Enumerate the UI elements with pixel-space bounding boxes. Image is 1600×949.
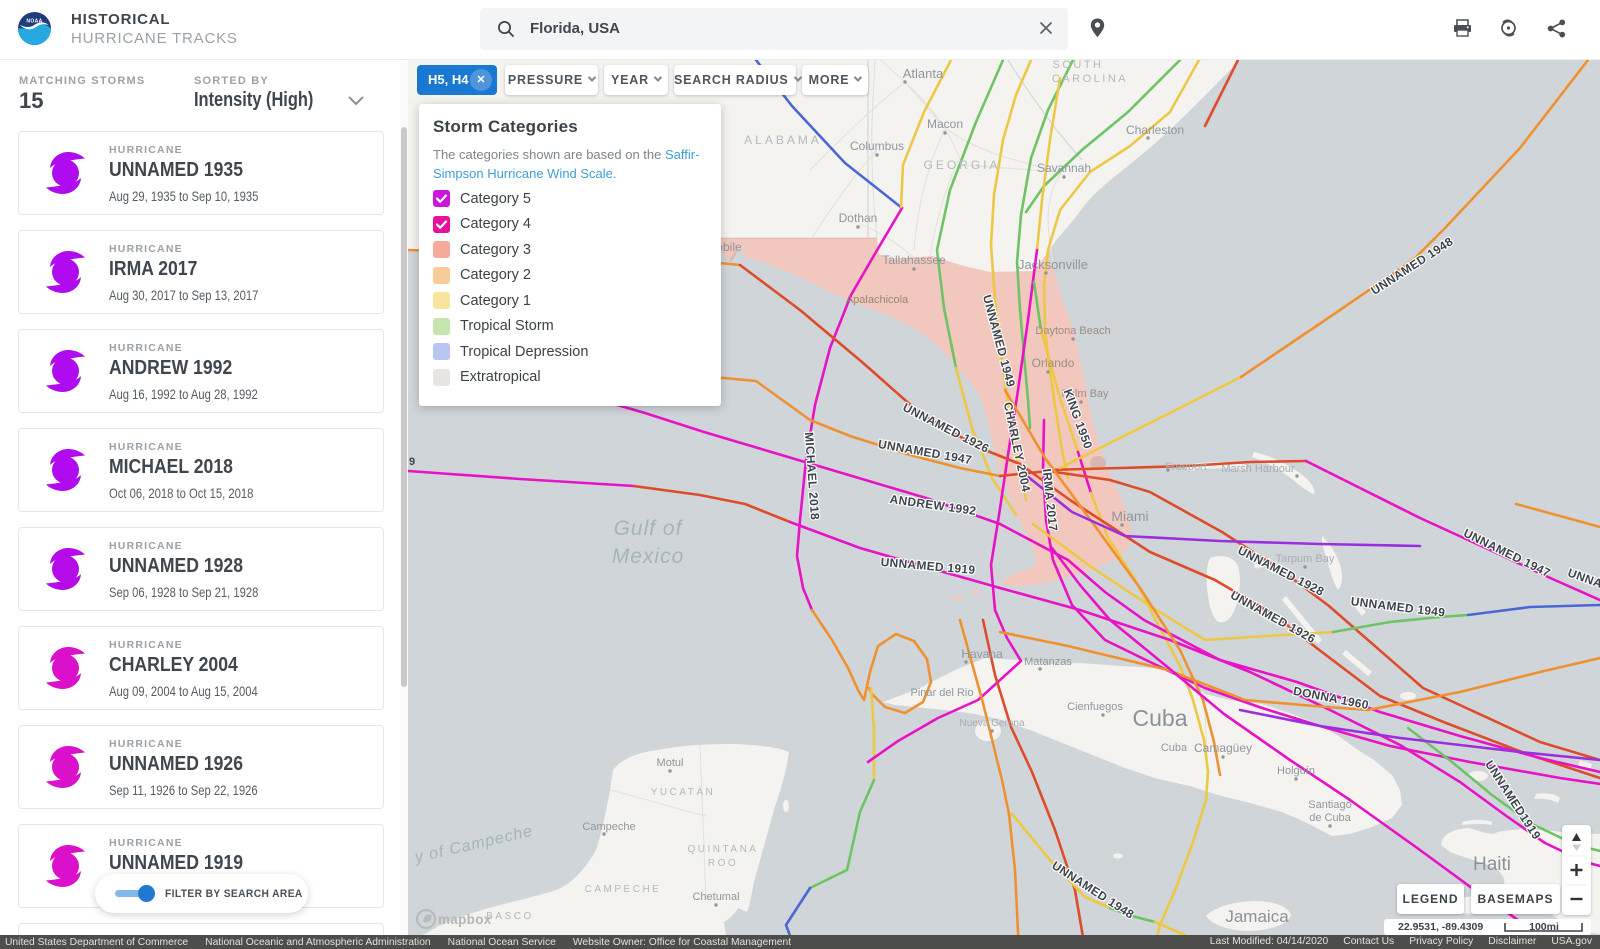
svg-text:Jamaica: Jamaica: [1225, 907, 1289, 926]
svg-text:ALABAMA: ALABAMA: [744, 133, 822, 147]
svg-text:mapbox: mapbox: [438, 912, 492, 927]
svg-text:NOAA: NOAA: [26, 19, 42, 25]
svg-text:CAMPECHE: CAMPECHE: [585, 884, 662, 895]
svg-text:Miami: Miami: [1111, 508, 1148, 524]
svg-text:Daytona Beach: Daytona Beach: [1035, 325, 1110, 337]
svg-text:GEORGIA: GEORGIA: [923, 158, 1000, 172]
svg-text:Nueva Gerona: Nueva Gerona: [959, 718, 1024, 729]
svg-text:Columbus: Columbus: [850, 139, 904, 153]
svg-text:Cuba: Cuba: [1161, 742, 1188, 754]
svg-text:Campeche: Campeche: [582, 821, 635, 833]
svg-text:Motul: Motul: [657, 757, 684, 769]
svg-text:Havana: Havana: [961, 647, 1003, 661]
svg-text:Camagüey: Camagüey: [1194, 741, 1252, 755]
svg-text:Chetumal: Chetumal: [692, 891, 739, 903]
svg-text:100mi: 100mi: [1529, 921, 1559, 933]
svg-text:CAROLINA: CAROLINA: [1052, 73, 1128, 85]
svg-text:ROO: ROO: [708, 858, 738, 869]
svg-text:Orlando: Orlando: [1032, 356, 1075, 370]
svg-text:9: 9: [409, 456, 415, 468]
svg-text:Holguín: Holguín: [1277, 765, 1315, 777]
svg-text:Macon: Macon: [927, 117, 963, 131]
svg-text:Tarpum Bay: Tarpum Bay: [1276, 553, 1335, 565]
svg-text:Pinar del Rio: Pinar del Rio: [911, 687, 974, 699]
svg-text:Haiti: Haiti: [1473, 854, 1511, 875]
svg-text:Cienfuegos: Cienfuegos: [1067, 701, 1123, 713]
svg-text:Jacksonville: Jacksonville: [1018, 257, 1088, 272]
svg-text:de Cuba: de Cuba: [1309, 812, 1351, 824]
svg-text:Gulf of: Gulf of: [614, 517, 684, 540]
svg-text:Marsh Harbour: Marsh Harbour: [1221, 463, 1295, 475]
svg-text:SOUTH: SOUTH: [1053, 60, 1104, 71]
svg-text:Atlanta: Atlanta: [903, 66, 944, 81]
svg-text:Cuba: Cuba: [1133, 705, 1188, 731]
svg-text:Apalachicola: Apalachicola: [846, 294, 909, 306]
svg-text:Matanzas: Matanzas: [1024, 656, 1072, 668]
svg-text:Charleston: Charleston: [1126, 123, 1184, 137]
svg-text:Mexico: Mexico: [612, 545, 685, 568]
svg-text:Freeport: Freeport: [1165, 461, 1207, 473]
svg-text:Dothan: Dothan: [839, 211, 878, 225]
svg-text:QUINTANA: QUINTANA: [688, 844, 759, 855]
svg-text:YUCATÁN: YUCATÁN: [651, 785, 716, 798]
svg-text:Santiago: Santiago: [1308, 799, 1351, 811]
svg-text:Tallahassee: Tallahassee: [882, 253, 946, 267]
svg-text:Savannah: Savannah: [1037, 161, 1091, 175]
